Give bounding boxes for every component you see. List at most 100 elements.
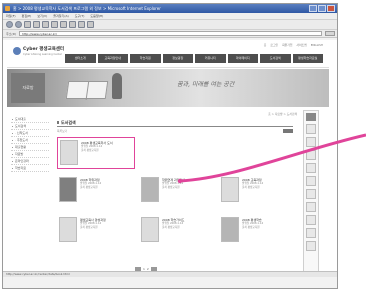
close-button[interactable] [327,5,335,12]
section-badge: 자료방 [11,73,45,103]
minimize-button[interactable] [309,5,317,12]
book-source: 출처 평생교육원 [162,185,180,189]
quick-menu-item[interactable] [306,202,316,212]
menu-tools[interactable]: 도구(T) [75,13,85,19]
address-bar: 주소(D) http://www.cyber.ac.kr/ [3,30,337,38]
site-logo[interactable]: Cyber 평생교육센터 Cyber Lifelong Learning Cen… [13,46,64,60]
gnb-item[interactable]: 평생학습자료실 [292,54,323,63]
address-input[interactable]: http://www.cyber.ac.kr/ [19,31,322,36]
person-illustration [112,73,122,99]
book-cover[interactable] [59,177,77,202]
util-link[interactable]: 로그인 [270,43,278,47]
menu-help[interactable]: 도움말(H) [90,13,103,19]
book-item[interactable]: 학위연계 과정안내 발행일 2008.1.14 출처 평생교육원 [139,175,217,207]
side-nav-item[interactable]: · 신착도서 [11,130,49,137]
browser-window: 홈 > 2008 평생교육학사 도서검색 프로그램 외 정보 > Microso… [2,3,338,289]
side-nav-item[interactable]: 도서검색 [11,123,49,130]
quick-menu-item[interactable] [306,228,316,238]
book-cover[interactable] [59,217,77,242]
back-icon[interactable] [6,21,13,28]
refresh-icon[interactable] [33,21,40,28]
print-icon[interactable] [87,21,94,28]
history-icon[interactable] [69,21,76,28]
book-item[interactable]: 평생교육사 양성과정 발행일 2008.1.14 출처 평생교육원 [57,215,135,247]
ie-icon [5,6,10,11]
quick-menu-item[interactable] [306,176,316,186]
side-nav-item[interactable]: 대출현황 [11,144,49,151]
window-controls [309,5,335,12]
util-link[interactable]: 사이트맵 [296,43,306,47]
address-label: 주소(D) [6,31,17,36]
breadcrumb: 홈 > 자료방 > 도서검색 [268,112,297,116]
gnb-item[interactable]: 학습지원 [130,54,161,63]
book-cover[interactable] [221,217,239,242]
quick-menu-item[interactable] [306,137,316,147]
book-info: 2008 교육과정 발행일 2008.1.14 출처 평생교육원 [242,178,296,189]
book-info: 평생교육사 양성과정 발행일 2008.1.14 출처 평생교육원 [80,218,134,229]
book-source: 출처 평생교육원 [81,148,99,152]
util-link[interactable]: 홈 [264,43,267,47]
menu-edit[interactable]: 편집(E) [22,13,32,19]
book-source: 출처 평생교육원 [242,185,260,189]
book-cover[interactable] [141,177,159,202]
side-nav-item[interactable]: · 추천도서 [11,137,49,144]
side-nav: 도서대출 도서검색 · 신착도서 · 추천도서 대출현황 자료방 온라인강좌 학… [11,116,49,172]
forward-icon[interactable] [15,21,22,28]
side-nav-item[interactable]: 학습자료 [11,165,49,172]
search-icon[interactable] [51,21,58,28]
book-cover[interactable] [221,177,239,202]
menu-view[interactable]: 보기(V) [37,13,47,19]
gnb-item[interactable]: 교육과정안내 [97,54,128,63]
book-info: 2008 학습가이드 발행일 2008.1.14 출처 평생교육원 [162,218,216,229]
quick-menu-item[interactable] [306,189,316,199]
book-info: 2008 평생교육학사 도서 발행일 2008.1.14 출처 평생교육원 [81,141,135,152]
gnb-item[interactable]: 마이페이지 [227,54,258,63]
logo-text: Cyber 평생교육센터 [23,47,65,52]
side-nav-item[interactable]: 자료방 [11,151,49,158]
list-label: 목록보기 [57,129,68,133]
book-source: 출처 평생교육원 [242,225,260,229]
gnb-item[interactable]: 커뮤니티 [195,54,226,63]
book-item[interactable]: 2008 교육과정 발행일 2008.1.14 출처 평생교육원 [219,175,297,207]
quick-menu-item[interactable] [306,163,316,173]
toolbar [3,20,337,30]
book-item[interactable]: 2008 학위과정 발행일 2008.1.14 출처 평생교육원 [57,175,135,207]
logo-subtitle: Cyber Lifelong Learning Center [23,53,62,56]
book-item[interactable]: 2008 평생학습 발행일 2008.1.14 출처 평생교육원 [219,215,297,247]
gnb-item[interactable]: 도서검색 [260,54,291,63]
search-button[interactable] [283,129,293,133]
menu-file[interactable]: 파일(F) [6,13,16,19]
book-item-highlighted[interactable]: 2008 평생교육학사 도서 발행일 2008.1.14 출처 평생교육원 [57,137,135,169]
menu-favorites[interactable]: 즐겨찾기(A) [53,13,68,19]
side-nav-item[interactable]: 도서대출 [11,116,49,123]
gnb-item[interactable]: 정보광장 [162,54,193,63]
util-link[interactable]: 회원가입 [282,43,292,47]
book-cover[interactable] [60,140,78,165]
favorites-icon[interactable] [60,21,67,28]
quick-menu-item[interactable] [306,124,316,134]
status-bar: http://www.cyber.ac.kr/center/data/book.… [3,271,337,277]
book-info: 학위연계 과정안내 발행일 2008.1.14 출처 평생교육원 [162,178,216,189]
side-nav-item[interactable]: 온라인강좌 [11,158,49,165]
util-link[interactable]: ENGLISH [311,43,323,47]
book-source: 출처 평생교육원 [80,225,98,229]
book-item[interactable]: 2008 학습가이드 발행일 2008.1.14 출처 평생교육원 [139,215,217,247]
global-nav: 센터소개 교육과정안내 학습지원 정보광장 커뮤니티 마이페이지 도서검색 평생… [65,54,323,63]
quick-menu-header [306,113,316,121]
home-icon[interactable] [42,21,49,28]
utility-links: 홈 로그인 회원가입 사이트맵 ENGLISH [264,43,323,47]
stop-icon[interactable] [24,21,31,28]
mail-icon[interactable] [78,21,85,28]
maximize-button[interactable] [318,5,326,12]
go-button[interactable] [325,31,335,36]
book-info: 2008 학위과정 발행일 2008.1.14 출처 평생교육원 [80,178,134,189]
book-source: 출처 평생교육원 [80,185,98,189]
book-cover[interactable] [141,217,159,242]
quick-menu-item[interactable] [306,241,316,251]
gnb-item[interactable]: 센터소개 [65,54,96,63]
menu-bar: 파일(F) 편집(E) 보기(V) 즐겨찾기(A) 도구(T) 도움말(H) [3,13,337,20]
logo-icon [13,47,21,55]
quick-menu-item[interactable] [306,150,316,160]
window-title: 홈 > 2008 평생교육학사 도서검색 프로그램 외 정보 > Microso… [13,6,161,11]
quick-menu-item[interactable] [306,215,316,225]
